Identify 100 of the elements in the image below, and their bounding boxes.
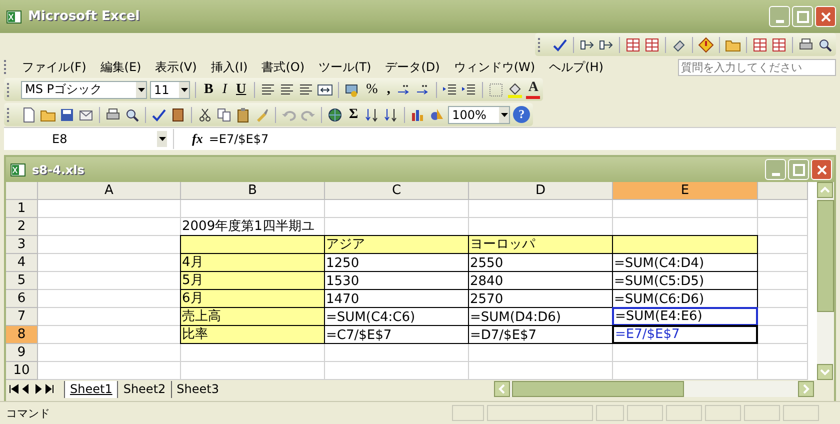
row-header[interactable]: 3 (6, 236, 38, 254)
row-header[interactable]: 5 (6, 272, 38, 290)
maximize-icon (794, 8, 810, 24)
align-icon[interactable] (279, 82, 296, 98)
status-panel (705, 405, 741, 421)
table-cell: アジア (324, 235, 469, 254)
shapes-icon[interactable] (429, 106, 446, 122)
menu-item[interactable]: 書式(O) (254, 58, 312, 76)
indent-icon[interactable] (442, 82, 458, 98)
printer-icon[interactable] (105, 106, 121, 122)
bold-button[interactable]: B (201, 82, 216, 98)
percent-button[interactable]: % (363, 82, 381, 98)
grid-icon[interactable] (752, 36, 768, 52)
scroll-up-button[interactable] (817, 182, 833, 198)
name-box[interactable]: E8 (4, 129, 174, 149)
scroll-left-button[interactable] (494, 381, 510, 397)
column-header[interactable]: E (613, 182, 758, 200)
window-title: Microsoft Excel (28, 9, 141, 24)
menu-item[interactable]: ウィンドウ(W) (446, 58, 542, 76)
scroll-right-button[interactable] (798, 381, 814, 397)
italic-button[interactable]: I (219, 82, 230, 98)
function-button[interactable]: fx (192, 131, 203, 147)
font-size-dropdown[interactable]: 11 (150, 80, 190, 98)
check-icon[interactable] (552, 36, 568, 52)
scissors-icon[interactable] (197, 106, 213, 122)
menu-item[interactable]: データ(D) (378, 58, 447, 76)
empty-cell (758, 326, 808, 344)
indent-icon[interactable] (461, 82, 478, 98)
scroll-down-button[interactable] (817, 364, 833, 380)
grid-icon[interactable] (625, 36, 641, 52)
zoom-dropdown[interactable]: 100% (448, 106, 510, 124)
printer-icon[interactable] (798, 36, 814, 52)
sheet-tab[interactable]: Sheet1 (64, 380, 118, 398)
page-icon[interactable] (21, 106, 37, 122)
autosum-button[interactable]: Σ (346, 106, 362, 122)
row-header[interactable]: 8 (6, 326, 38, 344)
fill-bucket-icon[interactable] (507, 82, 524, 98)
menu-item[interactable]: ヘルプ(H) (542, 58, 610, 76)
empty-cell (758, 218, 808, 236)
align-icon[interactable] (298, 82, 314, 98)
column-header[interactable]: A (38, 182, 181, 200)
font-color-button[interactable]: A (526, 80, 540, 99)
underline-button[interactable]: U (233, 82, 250, 98)
close-button[interactable] (815, 6, 836, 27)
magnifier-icon[interactable] (817, 36, 833, 52)
globe-icon[interactable] (327, 106, 343, 122)
row-header[interactable]: 4 (6, 254, 38, 272)
menu-item[interactable]: ファイル(F) (15, 58, 94, 76)
grid-icon[interactable] (771, 36, 787, 52)
caret-icon (180, 88, 188, 92)
menu-item[interactable]: 挿入(I) (204, 58, 255, 76)
clipboard-icon[interactable] (235, 106, 251, 122)
menu-item[interactable]: 編集(E) (93, 58, 148, 76)
status-panel (596, 405, 624, 421)
table-cell: 売上高 (180, 307, 325, 326)
row-header[interactable]: 6 (6, 290, 38, 308)
merge-icon[interactable] (317, 82, 334, 98)
row-header[interactable]: 10 (6, 362, 38, 380)
scrollbar-thumb[interactable] (512, 381, 684, 397)
copy-icon[interactable] (216, 106, 232, 122)
minimize-icon (776, 20, 784, 23)
row-header[interactable]: 2 (6, 218, 38, 236)
scrollbar-thumb[interactable] (817, 200, 834, 312)
sort-icon[interactable] (383, 106, 400, 122)
status-panel (666, 405, 702, 421)
help-search-field[interactable]: 質問を入力してください (678, 58, 836, 76)
menu-item[interactable]: ツール(T) (312, 58, 378, 76)
font-dropdown[interactable]: MS Pゴシック (21, 80, 147, 98)
help-button[interactable]: ? (513, 106, 530, 123)
menu-item[interactable]: 表示(V) (148, 58, 204, 76)
empty-cell (758, 254, 808, 272)
caret-icon (158, 137, 166, 141)
status-panel (452, 405, 484, 421)
empty-cell (758, 272, 808, 290)
empty-cell (758, 344, 808, 362)
column-header[interactable]: C (325, 182, 469, 200)
grid-icon[interactable] (644, 36, 660, 52)
close-button[interactable] (811, 159, 832, 180)
warning-icon[interactable] (698, 36, 714, 52)
currency-icon[interactable] (344, 82, 360, 98)
column-header[interactable]: B (181, 182, 325, 200)
sort-icon[interactable] (364, 106, 380, 122)
empty-cell (758, 200, 808, 218)
book-icon[interactable] (170, 106, 186, 122)
row-header[interactable]: 7 (6, 308, 38, 326)
spreadsheet-icon (6, 8, 22, 24)
row-header[interactable]: 9 (6, 344, 38, 362)
align-icon[interactable] (260, 82, 276, 98)
row-header[interactable]: 1 (6, 200, 38, 218)
caret-icon (138, 88, 144, 92)
table-cell: =SUM(C5:D5) (612, 271, 758, 290)
column-header[interactable]: D (469, 182, 613, 200)
check-icon[interactable] (151, 106, 167, 122)
table-cell: 6月 (180, 289, 325, 308)
table-cell: =SUM(E4:E6) (612, 307, 758, 326)
comma-button[interactable]: , (384, 82, 394, 98)
formula-field[interactable]: =E7/$E$7 (208, 132, 836, 146)
magnifier-icon[interactable] (124, 106, 140, 122)
minimize-icon (772, 173, 780, 176)
status-panel (783, 405, 819, 421)
